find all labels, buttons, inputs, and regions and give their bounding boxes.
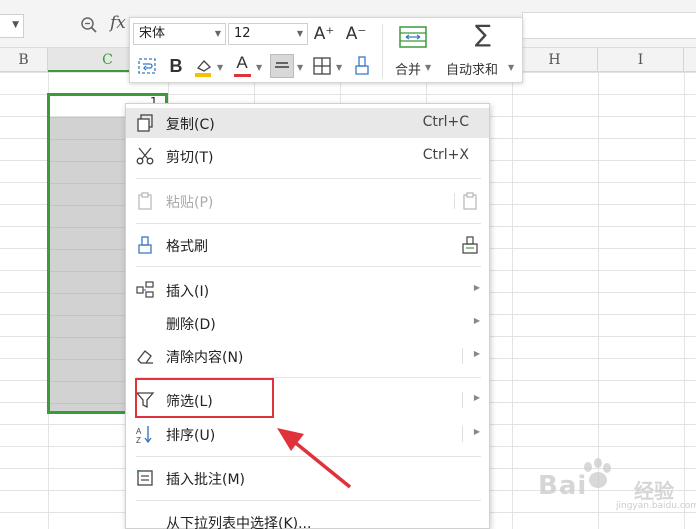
menu-item-label: 插入批注(M) [166,472,246,488]
formula-input[interactable] [522,12,696,39]
autosum-label[interactable]: 自动求和 [446,59,498,78]
svg-text:A: A [136,427,142,436]
scissors-icon [136,147,154,165]
menu-item-copy[interactable]: 复制(C) Ctrl+C [126,108,489,138]
menu-separator [454,193,455,209]
submenu-arrow-icon: ▶ [473,349,480,358]
chevron-down-icon[interactable]: ▼ [256,63,262,72]
chevron-down-icon[interactable]: ▼ [297,63,303,72]
menu-item-insert-comment[interactable]: 插入批注(M) [126,463,489,493]
column-header-i[interactable]: I [598,48,684,72]
bold-button[interactable]: B [164,54,188,78]
menu-item-label: 从下拉列表中选择(K)... [166,516,312,529]
sort-icon: A Z [136,426,152,444]
chevron-down-icon[interactable]: ▼ [215,24,221,44]
eraser-icon [137,350,153,364]
menu-item-insert[interactable]: 插入(I) ▶ [126,275,489,305]
menu-item-clear-contents[interactable]: 清除内容(N) ▶ [126,341,489,371]
increase-font-size-button[interactable]: A⁺ [312,22,336,46]
menu-item-label: 剪切(T) [166,150,214,166]
fx-icon[interactable]: fx [110,13,126,33]
watermark-brand-suffix: 经验 [634,479,674,503]
menu-separator [136,178,481,179]
font-color-button[interactable]: A [230,51,254,75]
menu-item-label: 格式刷 [166,239,208,255]
menu-separator [462,392,463,408]
merge-label[interactable]: 合并 [395,59,421,78]
menu-separator [136,223,481,224]
svg-text:Z: Z [136,436,141,444]
chevron-down-icon[interactable]: ▼ [508,63,514,72]
menu-item-delete[interactable]: 删除(D) ▶ [126,308,489,338]
chevron-down-icon[interactable]: ▼ [217,63,223,72]
font-size-select[interactable]: 12 ▼ [228,23,308,45]
format-brush-icon[interactable] [350,54,374,78]
chevron-down-icon[interactable]: ▼ [12,20,19,30]
align-button[interactable] [270,54,294,78]
format-brush-multi-icon[interactable] [460,235,480,255]
align-center-icon [275,62,289,68]
insert-cells-icon [136,281,154,298]
watermark-url: jingyan.baidu.com [616,501,696,511]
column-header[interactable] [684,48,696,72]
toolbar-separator [382,24,383,78]
chevron-down-icon[interactable]: ▼ [425,63,431,72]
menu-separator [136,500,481,501]
font-name-value: 宋体 [139,26,166,41]
annotation-highlight-box [135,378,274,418]
format-brush-icon [138,236,152,254]
menu-item-label: 删除(D) [166,317,216,333]
context-menu: 复制(C) Ctrl+C 剪切(T) Ctrl+X 粘贴(P) 格式刷 插入(I… [125,103,490,529]
baidu-watermark: Bai 经验 jingyan.baidu.com [530,455,696,515]
menu-item-cut[interactable]: 剪切(T) Ctrl+X [126,141,489,171]
floating-format-toolbar: 宋体 ▼ 12 ▼ A⁺ A⁻ B ▼ A ▼ ▼ ▼ 合并 ▼ ∑ 自动求和 … [129,17,523,83]
name-box[interactable]: ▼ [0,14,24,38]
submenu-arrow-icon: ▶ [473,393,480,402]
wrap-text-icon[interactable] [135,54,159,78]
zoom-icon[interactable] [80,16,98,34]
menu-item-format-painter[interactable]: 格式刷 [126,230,489,260]
chevron-down-icon[interactable]: ▼ [336,63,342,72]
paste-icon [138,192,152,210]
menu-separator [136,266,481,267]
menu-item-label: 复制(C) [166,117,215,133]
watermark-brand: Bai [538,471,588,501]
column-header-b[interactable]: B [0,48,48,72]
font-size-value: 12 [234,26,251,41]
menu-separator [462,348,463,364]
merge-cells-icon[interactable] [398,24,428,50]
chevron-down-icon[interactable]: ▼ [297,24,303,44]
menu-separator [136,456,481,457]
borders-icon[interactable] [310,54,334,78]
copy-icon [137,114,153,132]
submenu-arrow-icon: ▶ [473,316,480,325]
menu-item-pick-from-list[interactable]: 从下拉列表中选择(K)... [126,507,489,529]
font-name-select[interactable]: 宋体 ▼ [133,23,226,45]
menu-item-shortcut: Ctrl+C [422,114,469,130]
menu-item-label: 清除内容(N) [166,350,244,366]
sigma-icon[interactable]: ∑ [468,22,498,46]
menu-item-sort[interactable]: A Z 排序(U) ▶ [126,419,489,449]
font-color-swatch [234,74,251,77]
menu-item-label: 粘贴(P) [166,195,214,211]
decrease-font-size-button[interactable]: A⁻ [344,22,368,46]
menu-item-shortcut: Ctrl+X [422,147,469,163]
submenu-arrow-icon: ▶ [473,427,480,436]
menu-item-label: 插入(I) [166,284,210,300]
submenu-arrow-icon: ▶ [473,283,480,292]
fill-color-icon[interactable] [192,54,216,78]
paste-options-icon[interactable] [460,191,480,211]
menu-item-label: 排序(U) [166,428,216,444]
comment-icon [137,470,153,486]
menu-separator [462,426,463,442]
grid-line [512,72,513,529]
column-header-h[interactable]: H [512,48,598,72]
menu-item-paste[interactable]: 粘贴(P) [126,186,489,216]
